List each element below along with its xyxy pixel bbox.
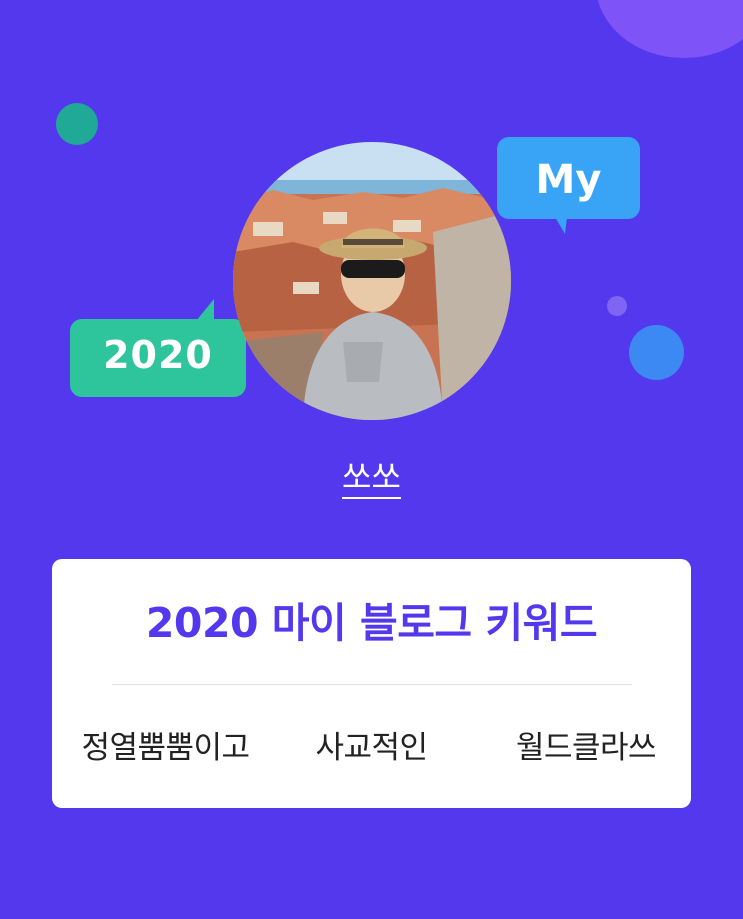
decorative-circle (596, 0, 743, 58)
profile-avatar (233, 142, 511, 420)
profile-username[interactable]: 쏘쏘 (0, 455, 743, 499)
year-speech-bubble: 2020 (70, 299, 246, 397)
keyword-card-page: My 2020 쏘쏘 2020 마이 블로그 키워드 정열뿜뿜이고 사교적인 월… (0, 0, 743, 919)
card-divider (112, 684, 632, 685)
my-bubble-label: My (535, 157, 602, 203)
keyword-3: 월드클라쓰 (515, 730, 657, 766)
year-bubble-label: 2020 (103, 333, 213, 377)
profile-photo (233, 142, 511, 420)
keyword-1: 정열뿜뿜이고 (81, 730, 250, 766)
decorative-circle (56, 103, 98, 145)
decorative-circle (629, 325, 684, 380)
username-text[interactable]: 쏘쏘 (342, 458, 401, 499)
my-speech-bubble: My (497, 137, 640, 235)
card-title: 2020 마이 블로그 키워드 (145, 599, 598, 647)
decorative-circle (607, 296, 627, 316)
keyword-2: 사교적인 (315, 730, 428, 766)
